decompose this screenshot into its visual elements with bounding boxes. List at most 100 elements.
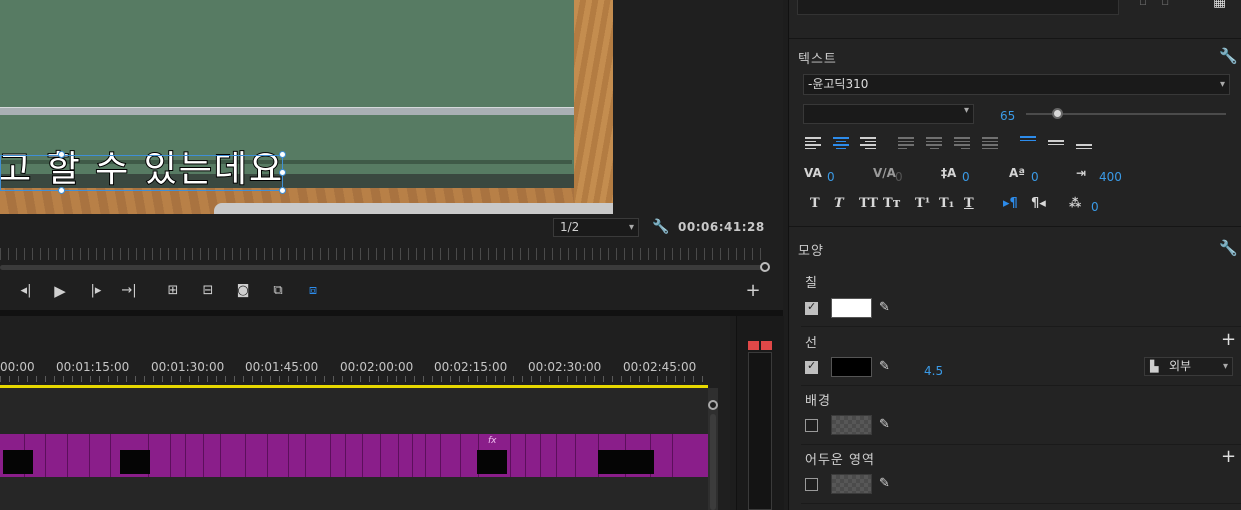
eyedropper-icon[interactable]: ✎ — [879, 359, 890, 374]
font-family-select[interactable]: -윤고딕310 ▾ — [803, 74, 1230, 95]
fill-checkbox[interactable] — [805, 300, 818, 315]
selection-handle[interactable] — [58, 187, 65, 194]
timeline-ruler[interactable]: 00:00 00:01:15:00 00:01:30:00 00:01:45:0… — [0, 356, 708, 378]
underline-icon[interactable]: T — [964, 196, 974, 211]
stroke-checkbox[interactable] — [805, 359, 818, 374]
extract-icon[interactable]: ⊟ — [197, 281, 219, 301]
scrollbar-thumb[interactable] — [710, 414, 716, 510]
fill-color-swatch[interactable] — [831, 298, 872, 318]
layer-actions-icon[interactable]: ▫▫ — [1139, 0, 1183, 8]
playback-resolution-select[interactable]: 1/2 ▾ — [553, 218, 639, 237]
faux-bold-icon[interactable]: T — [810, 196, 820, 211]
justify-all-icon[interactable] — [982, 135, 1000, 151]
wrench-icon[interactable]: 🔧 — [1219, 239, 1238, 257]
leading-value[interactable]: 0 — [962, 170, 970, 184]
selection-handle[interactable] — [58, 151, 65, 158]
monitor-time-ruler[interactable] — [0, 248, 768, 260]
layer-field[interactable] — [797, 0, 1119, 15]
clip-boundary — [170, 434, 171, 477]
background-label: 배경 — [805, 394, 831, 409]
video-base-strip — [214, 203, 613, 214]
tsume-value[interactable]: 0 — [1091, 200, 1099, 214]
timecode-label: 00:02:45:00 — [623, 360, 697, 374]
add-button-plus-icon[interactable]: + — [742, 281, 764, 301]
kerning-value[interactable]: 0 — [827, 170, 835, 184]
font-size-value[interactable]: 65 — [1000, 109, 1015, 123]
superscript-icon[interactable]: T¹ — [915, 196, 930, 211]
ltr-text-icon[interactable]: ▸¶ — [1003, 196, 1018, 211]
shadow-checkbox[interactable] — [805, 478, 818, 491]
rtl-text-icon[interactable]: ¶◂ — [1031, 196, 1046, 211]
add-shadow-plus-icon[interactable]: + — [1221, 448, 1236, 466]
clip-thumbnail[interactable] — [624, 450, 654, 474]
tracking-value[interactable]: 0 — [895, 170, 903, 184]
clip-boundary — [267, 434, 268, 477]
align-center-icon[interactable] — [833, 135, 851, 151]
justify-last-left-icon[interactable] — [898, 135, 916, 151]
subscript-icon[interactable]: T₁ — [939, 196, 954, 211]
stroke-position-select[interactable]: ▙ 외부 ▾ — [1144, 357, 1233, 376]
align-bottom-icon[interactable] — [1076, 142, 1094, 158]
clip-boundary — [672, 434, 673, 477]
clip-strip[interactable] — [0, 434, 708, 477]
play-icon[interactable]: ▶ — [49, 281, 71, 301]
clip-boundary — [45, 434, 46, 477]
selection-handle[interactable] — [279, 187, 286, 194]
scrollbar-handle[interactable] — [708, 400, 718, 410]
stroke-width-value[interactable]: 4.5 — [924, 364, 943, 378]
baseline-shift-value[interactable]: 0 — [1031, 170, 1039, 184]
align-right-icon[interactable] — [860, 135, 878, 151]
align-middle-icon[interactable] — [1048, 138, 1066, 154]
eyedropper-icon[interactable]: ✎ — [879, 300, 890, 315]
background-color-swatch[interactable] — [831, 415, 872, 435]
stroke-label: 선 — [805, 336, 818, 351]
stroke-color-swatch[interactable] — [831, 357, 872, 377]
eyedropper-icon[interactable]: ✎ — [879, 476, 890, 491]
all-caps-icon[interactable]: TT — [859, 196, 878, 211]
eyedropper-icon[interactable]: ✎ — [879, 417, 890, 432]
go-to-out-icon[interactable]: →| — [118, 281, 140, 301]
clip-boundary — [440, 434, 441, 477]
text-section-title: 텍스트 — [798, 52, 837, 67]
justify-last-center-icon[interactable] — [926, 135, 944, 151]
safe-margins-icon[interactable]: ⧈ — [302, 281, 324, 301]
step-back-icon[interactable]: ◂| — [15, 281, 37, 301]
clip-boundary — [220, 434, 221, 477]
clip-thumbnail[interactable] — [3, 450, 33, 474]
program-monitor: 고 할 수 있는데요 1/2 ▾ 🔧 00:06:41:28 ◂| ▶ |▸ →… — [0, 0, 783, 310]
add-stroke-plus-icon[interactable]: + — [1221, 331, 1236, 349]
grid-icon[interactable]: ▦ — [1213, 0, 1226, 10]
justify-last-right-icon[interactable] — [954, 135, 972, 151]
small-caps-icon[interactable]: Tт — [883, 196, 901, 211]
row-divider — [801, 326, 1241, 327]
step-forward-icon[interactable]: |▸ — [85, 281, 107, 301]
export-frame-camera-icon[interactable]: ◙ — [232, 281, 254, 301]
shadow-color-swatch[interactable] — [831, 474, 872, 494]
monitor-zoom-scrollbar[interactable] — [0, 265, 763, 270]
clip-boundary — [89, 434, 90, 477]
wrench-icon[interactable]: 🔧 — [1219, 47, 1238, 65]
lift-icon[interactable]: ⊞ — [162, 281, 184, 301]
stroke-outer-icon: ▙ — [1150, 360, 1159, 373]
clip-boundary — [345, 434, 346, 477]
scrollbar-handle[interactable] — [760, 262, 770, 272]
clip-thumbnail[interactable] — [477, 450, 507, 474]
align-top-icon[interactable] — [1020, 134, 1038, 150]
faux-italic-icon[interactable]: T — [834, 196, 844, 211]
selection-handle[interactable] — [279, 151, 286, 158]
clip-thumbnail[interactable] — [120, 450, 150, 474]
clip-boundary — [575, 434, 576, 477]
font-style-select[interactable]: ▾ — [803, 104, 974, 124]
chevron-down-icon: ▾ — [963, 105, 969, 116]
wrench-icon[interactable]: 🔧 — [652, 219, 669, 235]
comparison-view-icon[interactable]: ⧉ — [267, 281, 289, 301]
tab-width-value[interactable]: 400 — [1099, 170, 1122, 184]
meter-peak-indicator[interactable] — [748, 341, 772, 350]
selection-handle[interactable] — [279, 169, 286, 176]
font-size-slider-handle[interactable] — [1052, 108, 1063, 119]
video-frame[interactable]: 고 할 수 있는데요 — [0, 0, 613, 214]
text-selection-box[interactable] — [0, 155, 283, 191]
align-left-icon[interactable] — [805, 135, 823, 151]
background-checkbox[interactable] — [805, 419, 818, 432]
clip-boundary — [362, 434, 363, 477]
